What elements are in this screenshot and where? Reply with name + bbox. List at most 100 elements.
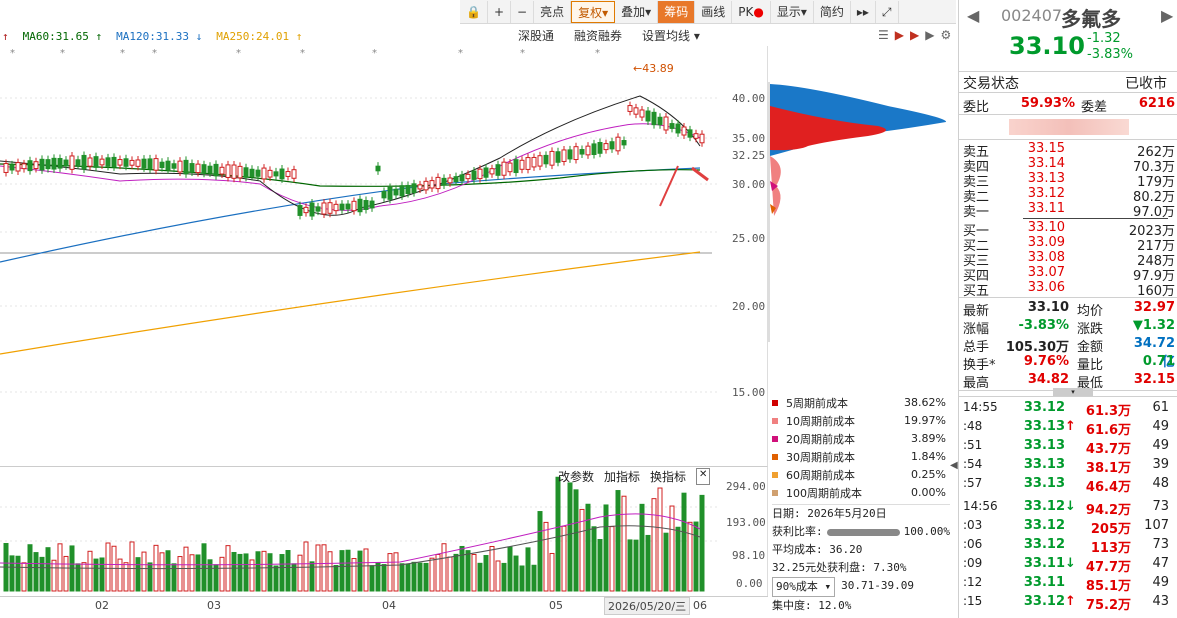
candle-body xyxy=(327,202,333,214)
change-params[interactable]: 改参数 xyxy=(558,468,594,485)
volume-bar xyxy=(639,503,645,592)
candle-body xyxy=(219,166,225,175)
menu-hk-connect[interactable]: 深股通 xyxy=(518,27,554,44)
volume-bar xyxy=(345,549,351,592)
volume-bar xyxy=(117,558,123,592)
candle-body xyxy=(147,158,153,170)
forward-icon[interactable]: ▸▸ xyxy=(851,0,876,23)
candle-body xyxy=(273,171,279,177)
volume-bar xyxy=(135,557,141,592)
volume-bar xyxy=(375,562,381,592)
candle-body xyxy=(453,176,459,183)
tick-row: :09 33.11 ↓ 47.7万 47 xyxy=(963,556,1169,575)
menu-margin[interactable]: 融资融券 xyxy=(574,27,622,44)
menu-ma-settings[interactable]: 设置均线 ▾ xyxy=(642,27,700,44)
volume-bar xyxy=(81,562,87,592)
sell-row[interactable]: 卖一 33.11 97.0万 xyxy=(963,201,1175,220)
buy-row[interactable]: 买二 33.09 217万 xyxy=(963,235,1175,254)
toolbar-draw[interactable]: 画线 xyxy=(695,0,733,23)
stat-row: 涨幅 -3.83% 涨跌 ▼1.32 xyxy=(963,318,1175,337)
zoom-in-icon[interactable]: + xyxy=(488,0,512,23)
volume-bar xyxy=(423,562,429,592)
candle-body xyxy=(87,157,93,167)
volume-bar xyxy=(615,490,621,592)
toolbar-highlight[interactable]: 亮点 xyxy=(534,0,572,23)
sell-row[interactable]: 卖四 33.14 70.3万 xyxy=(963,156,1175,175)
volume-bar xyxy=(663,532,669,592)
candle-body xyxy=(129,159,135,166)
stat-row: 最高 34.82 最低 32.15 xyxy=(963,372,1175,391)
candle-body xyxy=(105,157,111,167)
volume-bar xyxy=(531,564,537,592)
chip-list-icon[interactable]: ☰ xyxy=(878,28,889,42)
kline-chart-area[interactable]: * * * * * * * * * * xyxy=(0,46,768,466)
toolbar-chips[interactable]: 筹码 xyxy=(658,0,696,23)
volume-bar xyxy=(591,526,597,592)
next-stock-icon[interactable]: ▶ xyxy=(1161,6,1173,25)
lock-icon[interactable]: 🔒 xyxy=(460,0,488,23)
sell-price: 33.15 xyxy=(1027,141,1065,156)
buy-row[interactable]: 买四 33.07 97.9万 xyxy=(963,265,1175,284)
sell-row[interactable]: 卖二 33.12 80.2万 xyxy=(963,186,1175,205)
vol-tick: 193.00 xyxy=(726,516,766,529)
candle-body xyxy=(447,177,453,184)
stock-name: 多氟多 xyxy=(1061,7,1121,31)
collapse-handle[interactable]: ▾ xyxy=(1053,388,1093,396)
chip-flag2-icon[interactable]: ▶ xyxy=(910,28,919,42)
event-star-icon: * xyxy=(120,48,125,59)
toolbar-display[interactable]: 显示▾ xyxy=(771,0,814,23)
ma250-label: MA250:24.01 ↑ xyxy=(216,29,303,43)
sell-row[interactable]: 卖五 33.15 262万 xyxy=(963,141,1175,160)
sell-row[interactable]: 卖三 33.13 179万 xyxy=(963,171,1175,190)
candle-body xyxy=(651,111,657,126)
toolbar-simple[interactable]: 简约 xyxy=(814,0,851,23)
candle-body xyxy=(261,167,267,180)
toolbar-adjust[interactable]: 复权▾ xyxy=(571,0,616,23)
candle-body xyxy=(243,167,249,178)
volume-subchart[interactable] xyxy=(0,466,768,596)
volume-bar xyxy=(513,555,519,592)
buy-row[interactable]: 买三 33.08 248万 xyxy=(963,250,1175,269)
status-value: 已收市 xyxy=(1125,76,1167,92)
candle-body xyxy=(285,171,291,177)
chip-legend-item: 100周期前成本 0.00% xyxy=(772,484,946,501)
candle-body xyxy=(663,116,669,131)
chip-distribution-chart xyxy=(768,82,947,342)
candle-body xyxy=(363,200,369,210)
buy-row[interactable]: 买一 33.10 2023万 xyxy=(963,220,1175,239)
settings-gear-icon[interactable]: ⚙ xyxy=(940,28,951,42)
event-star-icon: * xyxy=(520,48,525,59)
close-icon[interactable]: ✕ xyxy=(696,468,711,485)
candle-body xyxy=(225,164,231,178)
volume-bar xyxy=(141,551,147,592)
volume-bar xyxy=(171,563,177,592)
add-indicator[interactable]: 加指标 xyxy=(604,468,640,485)
expand-icon[interactable]: ⤢ xyxy=(876,0,899,23)
buy-row[interactable]: 买五 33.06 160万 xyxy=(963,280,1175,299)
volume-bar xyxy=(9,555,15,592)
tick-row: :12 33.11 85.1万 49 xyxy=(963,575,1169,594)
candle-body xyxy=(549,150,555,166)
toolbar-overlay[interactable]: 叠加▾ xyxy=(615,0,659,23)
volume-bar xyxy=(339,550,345,592)
volume-bar xyxy=(165,550,171,592)
status-label: 交易状态 xyxy=(963,76,1019,92)
candle-body xyxy=(657,116,663,126)
toolbar-pk[interactable]: PK● xyxy=(732,0,771,23)
volume-bar xyxy=(387,553,393,592)
chip-flag3-icon[interactable]: ▶ xyxy=(925,28,934,42)
candle-body xyxy=(693,133,699,139)
tick-row: :51 33.13 43.7万 49 xyxy=(963,438,1169,457)
candle-body xyxy=(9,164,15,171)
volume-bar xyxy=(381,564,387,592)
volume-bar xyxy=(189,554,195,592)
switch-indicator[interactable]: 换指标 xyxy=(650,468,686,485)
cost-select[interactable]: 90%成本 ▾ xyxy=(772,577,836,597)
zoom-out-icon[interactable]: − xyxy=(511,0,535,23)
candle-body xyxy=(69,155,75,170)
candle-body xyxy=(351,200,357,212)
chip-flag-icon[interactable]: ▶ xyxy=(895,28,904,42)
candle-body xyxy=(525,157,531,170)
prev-stock-icon[interactable]: ◀ xyxy=(967,6,979,25)
panel-toggle-icon[interactable]: ◀ xyxy=(950,460,958,471)
